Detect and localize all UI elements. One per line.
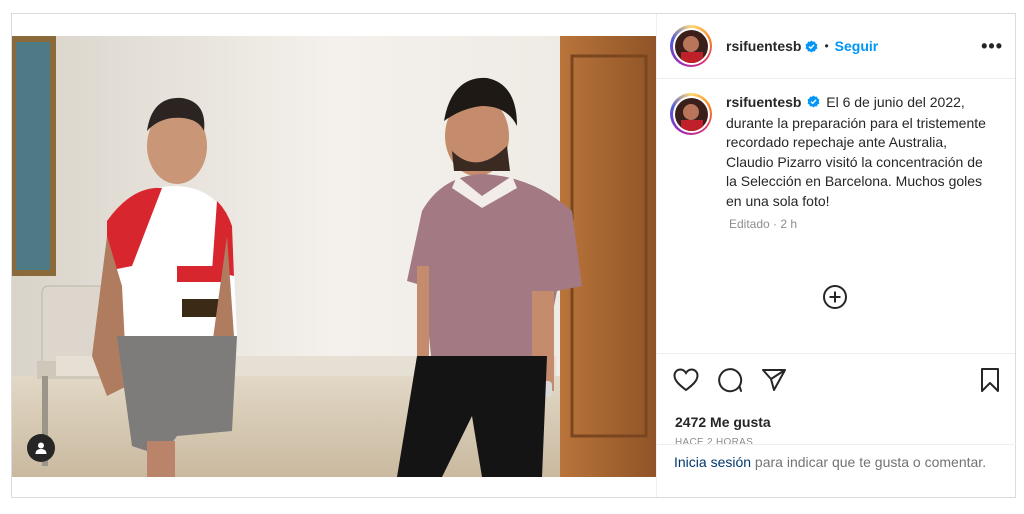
comments-area: rsifuentesb El 6 de junio del 2022, dura… bbox=[657, 79, 1015, 354]
send-icon[interactable] bbox=[761, 368, 787, 397]
post-card: rsifuentesb • Seguir ••• rsifuentesb El … bbox=[11, 13, 1016, 498]
verified-badge-icon bbox=[805, 40, 818, 53]
post-media[interactable] bbox=[12, 14, 656, 497]
caption-verified-badge-icon bbox=[807, 94, 820, 114]
caption-avatar-image bbox=[674, 97, 708, 131]
more-options-icon[interactable]: ••• bbox=[981, 36, 1003, 57]
post-photo[interactable] bbox=[12, 36, 656, 477]
photo-illustration bbox=[12, 36, 656, 477]
username[interactable]: rsifuentesb bbox=[726, 38, 801, 54]
user-silhouette-icon bbox=[35, 442, 47, 454]
heart-icon[interactable] bbox=[673, 367, 699, 397]
action-bar bbox=[657, 354, 1015, 410]
post-header: rsifuentesb • Seguir ••• bbox=[657, 14, 1015, 79]
caption-avatar[interactable] bbox=[670, 93, 712, 135]
follow-button[interactable]: Seguir bbox=[835, 38, 879, 54]
caption: rsifuentesb El 6 de junio del 2022, dura… bbox=[726, 93, 988, 211]
post-sidebar: rsifuentesb • Seguir ••• rsifuentesb El … bbox=[656, 14, 1016, 497]
plus-circle-icon[interactable] bbox=[822, 284, 848, 315]
user-tag-icon[interactable] bbox=[27, 434, 55, 462]
comment-icon[interactable] bbox=[717, 367, 743, 398]
edited-label: Editado · 2 h bbox=[729, 217, 798, 231]
caption-text: El 6 de junio del 2022, durante la prepa… bbox=[726, 94, 986, 209]
caption-row: rsifuentesb El 6 de junio del 2022, dura… bbox=[670, 93, 1002, 211]
avatar[interactable] bbox=[670, 25, 712, 67]
login-prompt: Inicia sesión para indicar que te gusta … bbox=[657, 444, 1016, 497]
likes-count[interactable]: 2472 Me gusta bbox=[657, 414, 1015, 430]
login-link[interactable]: Inicia sesión bbox=[674, 454, 751, 470]
bookmark-icon[interactable] bbox=[979, 367, 1001, 398]
login-prompt-text: para indicar que te gusta o comentar. bbox=[751, 454, 987, 470]
separator-dot: • bbox=[824, 39, 829, 53]
avatar-image bbox=[674, 29, 708, 63]
caption-username[interactable]: rsifuentesb bbox=[726, 94, 801, 110]
